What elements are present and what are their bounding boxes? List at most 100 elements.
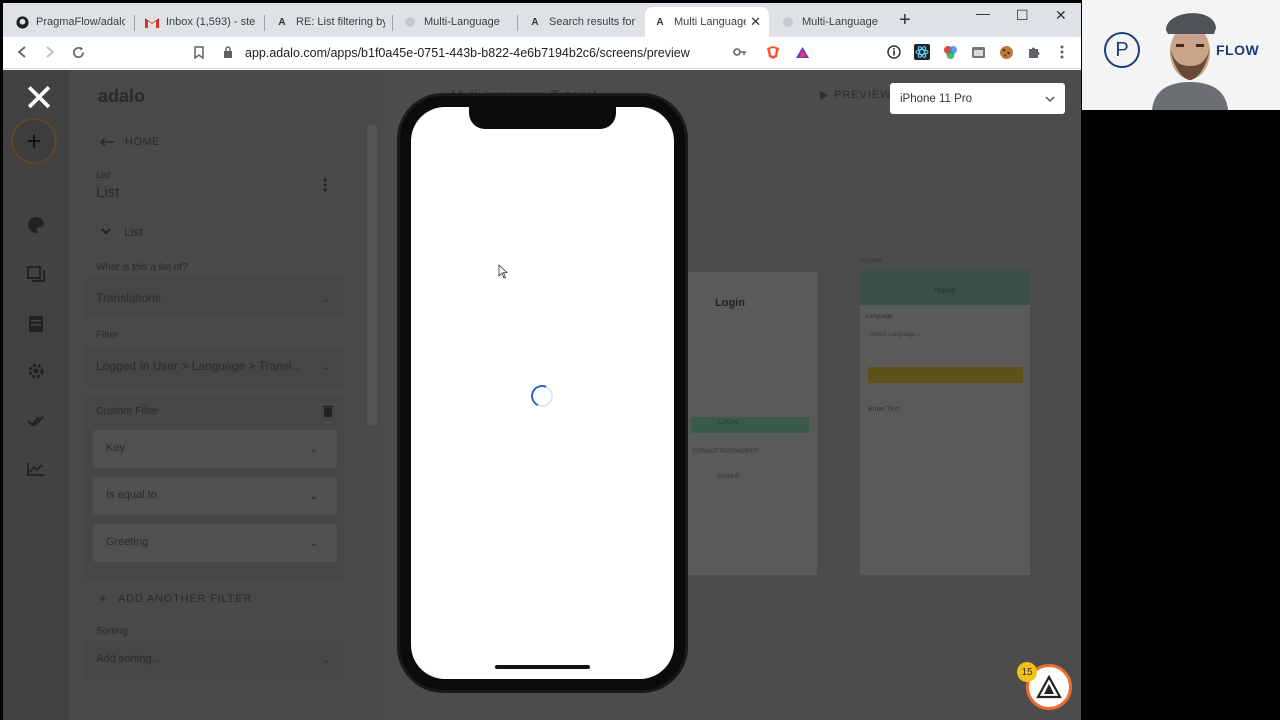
- github-icon: [15, 15, 29, 29]
- pragmaflow-logo-icon: P: [1104, 32, 1140, 68]
- breadcrumb-home[interactable]: HOME: [125, 136, 160, 148]
- device-select[interactable]: iPhone 11 Pro: [890, 83, 1065, 114]
- tab-multi-language-active[interactable]: A Multi Language ✕: [645, 7, 769, 37]
- phone-screen[interactable]: [411, 107, 674, 679]
- screens-icon[interactable]: [25, 263, 47, 285]
- section-title: List: [124, 225, 143, 239]
- sorting-select[interactable]: Add sorting... ⌄: [83, 641, 345, 679]
- tab-label: RE: List filtering by C: [296, 16, 385, 28]
- left-rail: +: [3, 70, 69, 720]
- chevron-down-icon: [1045, 95, 1055, 102]
- palette-icon[interactable]: [25, 214, 47, 236]
- tab-list-filtering[interactable]: A RE: List filtering by C: [267, 7, 393, 37]
- add-another-filter-button[interactable]: ADD ANOTHER FILTER: [118, 593, 252, 605]
- home-screen-label: Home: [861, 256, 883, 265]
- panel-scrollbar[interactable]: [367, 125, 377, 425]
- tab-label: Multi-Language: [802, 16, 878, 28]
- tab-multi-language-1[interactable]: Multi-Language: [395, 7, 521, 37]
- key-icon[interactable]: [731, 43, 749, 61]
- minimize-button[interactable]: —: [976, 5, 990, 21]
- browser-toolbar: app.adalo.com/apps/b1f0a45e-0751-443b-b8…: [3, 37, 1081, 69]
- home-indicator: [495, 665, 590, 669]
- brave-shield-icon[interactable]: [764, 43, 782, 61]
- list-of-select[interactable]: Translations ⌄: [83, 278, 345, 318]
- settings-gear-icon[interactable]: [25, 360, 47, 382]
- database-icon[interactable]: [25, 313, 47, 335]
- back-icon[interactable]: [13, 43, 31, 61]
- trash-icon[interactable]: [323, 405, 333, 420]
- preview-button[interactable]: PREVIEW: [820, 89, 892, 101]
- tab-search-results[interactable]: A Search results for 'S: [520, 7, 646, 37]
- tab-gmail[interactable]: Inbox (1,593) - steve: [137, 7, 263, 37]
- react-devtools-icon[interactable]: [913, 43, 931, 61]
- window-extension-icon[interactable]: [969, 43, 987, 61]
- device-select-value: iPhone 11 Pro: [900, 92, 973, 105]
- list-of-label: What is this a list of?: [96, 262, 188, 273]
- info-extension-icon[interactable]: [885, 43, 903, 61]
- adalo-icon: A: [531, 16, 539, 28]
- close-preview-icon[interactable]: ✕: [22, 80, 56, 118]
- adalo-icon: A: [656, 16, 664, 28]
- tab-label: Multi-Language: [424, 16, 500, 28]
- cookie-icon[interactable]: [997, 43, 1015, 61]
- analytics-icon[interactable]: [25, 458, 47, 480]
- back-arrow-icon[interactable]: [99, 137, 115, 150]
- filter-key-select[interactable]: Key ⌄: [93, 430, 337, 468]
- chevron-down-icon: ⌄: [309, 490, 319, 502]
- filter-operator-select[interactable]: Is equal to ⌄: [93, 477, 337, 515]
- tab-label: Inbox (1,593) - steve: [166, 16, 255, 28]
- component-name: List: [96, 184, 120, 201]
- extensions-puzzle-icon[interactable]: [1025, 43, 1043, 61]
- brave-rewards-icon[interactable]: [793, 43, 811, 61]
- component-properties-panel: adalo HOME List List List What is this a…: [69, 70, 369, 720]
- filter-label: Filter: [96, 330, 119, 341]
- tab-github[interactable]: PragmaFlow/adalo-: [7, 7, 133, 37]
- lock-icon: [223, 45, 235, 61]
- close-tab-icon[interactable]: ✕: [746, 14, 761, 30]
- presenter-video: [1152, 13, 1228, 110]
- color-picker-icon[interactable]: [941, 43, 959, 61]
- adalo-logo: adalo: [98, 86, 146, 106]
- component-menu-icon[interactable]: [323, 178, 327, 195]
- add-component-icon[interactable]: +: [11, 118, 57, 164]
- notification-badge: 15: [1017, 662, 1037, 682]
- close-window-button[interactable]: ✕: [1055, 7, 1067, 24]
- component-type: List: [96, 170, 111, 180]
- play-icon: [820, 90, 828, 100]
- chevron-down-icon: ⌄: [309, 443, 319, 455]
- home-screen-thumb[interactable]: Home Language Select Language... Enter T…: [860, 270, 1030, 575]
- adalo-icon: A: [278, 16, 286, 28]
- section-chevron-icon[interactable]: [101, 226, 111, 238]
- phone-notch: [469, 107, 616, 129]
- tab-label: Search results for 'S: [549, 16, 638, 28]
- reload-icon[interactable]: [69, 43, 87, 61]
- adalo-logo-icon: [1036, 675, 1062, 699]
- login-button-thumb: LOGIN: [691, 417, 809, 433]
- tab-label: PragmaFlow/adalo-: [36, 16, 125, 28]
- globe-icon: [403, 15, 417, 29]
- new-tab-button[interactable]: +: [899, 10, 911, 30]
- publish-check-icon[interactable]: [25, 410, 47, 432]
- mouse-cursor-icon: [498, 264, 508, 279]
- tab-label: Multi Language: [674, 16, 747, 28]
- filter-select[interactable]: Logged In User > Language > Transl... ⌄: [83, 346, 345, 386]
- menu-kebab-icon[interactable]: [1053, 43, 1071, 61]
- gmail-icon: [145, 15, 159, 29]
- login-screen-thumb[interactable]: Login LOGIN FORGOT PASSWORD? SIGNUP: [683, 272, 817, 575]
- bookmark-icon[interactable]: [190, 43, 208, 61]
- address-bar[interactable]: app.adalo.com/apps/b1f0a45e-0751-443b-b8…: [217, 41, 757, 65]
- chevron-down-icon: ⌄: [321, 361, 331, 373]
- sorting-label: Sorting: [96, 626, 128, 637]
- chevron-down-icon: ⌄: [309, 537, 319, 549]
- filter-value-select[interactable]: Greeting ⌄: [93, 524, 337, 562]
- chevron-down-icon: ⌄: [321, 293, 331, 305]
- plus-icon: +: [99, 591, 107, 606]
- custom-filter-box: Custom Filter Key ⌄ Is equal to ⌄ Greeti…: [83, 395, 345, 580]
- forward-icon[interactable]: [41, 43, 59, 61]
- phone-frame: [397, 93, 688, 693]
- maximize-button[interactable]: ☐: [1016, 7, 1029, 24]
- tab-multi-language-2[interactable]: Multi-Language: [773, 7, 899, 37]
- custom-filter-label: Custom Filter: [96, 405, 159, 417]
- chevron-down-icon: ⌄: [321, 654, 331, 666]
- globe-icon: [781, 15, 795, 29]
